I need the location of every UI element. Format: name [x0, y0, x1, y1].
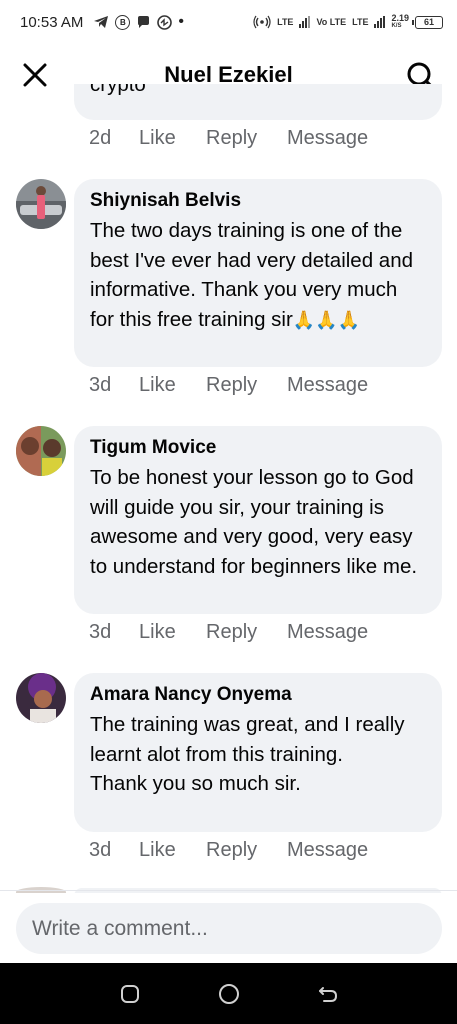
- lte-label-1: LTE: [277, 17, 294, 27]
- avatar-image: [16, 426, 66, 476]
- message-button[interactable]: Message: [287, 839, 368, 862]
- like-button[interactable]: Like: [139, 374, 206, 397]
- telegram-icon: [94, 16, 109, 28]
- message-button[interactable]: Message: [287, 621, 368, 644]
- message-button[interactable]: Message: [287, 374, 368, 397]
- reply-button[interactable]: Reply: [206, 621, 287, 644]
- message-button[interactable]: Message: [287, 127, 368, 150]
- home-icon[interactable]: [209, 974, 249, 1014]
- comment-actions: 3d Like Reply Message: [89, 374, 368, 397]
- speed-value: 2.19: [391, 13, 409, 23]
- status-time: 10:53 AM: [20, 13, 84, 31]
- comment-time[interactable]: 3d: [89, 839, 139, 862]
- reply-button[interactable]: Reply: [206, 127, 287, 150]
- comment-time[interactable]: 3d: [89, 621, 139, 644]
- comment-time[interactable]: 3d: [89, 374, 139, 397]
- comment-body: The two days training is one of the best…: [90, 219, 414, 331]
- volte-label: Vo LTE: [316, 17, 347, 27]
- avatar[interactable]: [16, 179, 66, 229]
- comment-composer: Write a comment...: [0, 893, 457, 963]
- comment-input-placeholder: Write a comment...: [32, 916, 208, 940]
- previous-comment-bubble: crypto: [74, 84, 442, 120]
- reply-button[interactable]: Reply: [206, 374, 287, 397]
- chat-icon: [138, 15, 150, 28]
- comment-actions: 3d Like Reply Message: [89, 839, 368, 862]
- back-icon[interactable]: [308, 974, 348, 1014]
- recent-apps-icon[interactable]: [110, 974, 150, 1014]
- status-bar: 10:53 AM B • LTE Vo LTE LTE 2.19 K/S 61: [0, 0, 457, 44]
- like-button[interactable]: Like: [139, 127, 206, 150]
- signal-icon-2: [374, 16, 386, 28]
- like-button[interactable]: Like: [139, 621, 206, 644]
- reply-button[interactable]: Reply: [206, 839, 287, 862]
- comment-text: To be honest your lesson go to God will …: [90, 466, 418, 578]
- speed-unit: K/S: [391, 23, 402, 29]
- comment-text: The two days training is one of the best…: [90, 216, 426, 335]
- comment-input[interactable]: Write a comment...: [16, 903, 442, 954]
- comment-author[interactable]: Shiynisah Belvis: [90, 189, 426, 213]
- app-notification-icon: B: [115, 14, 131, 30]
- avatar-image: [16, 179, 66, 229]
- comment-bubble: Amara Nancy Onyema The training was grea…: [74, 673, 442, 832]
- lte-text-2: LTE: [352, 17, 369, 27]
- notification-icons: B •: [93, 13, 184, 31]
- signal-icon: [299, 16, 311, 28]
- sync-icon: [157, 14, 173, 30]
- lte-label-2: LTE: [352, 17, 369, 27]
- network-speed: 2.19 K/S: [391, 14, 409, 30]
- battery-icon: 61: [412, 15, 443, 29]
- pray-emoji: 🙏🙏🙏: [292, 309, 361, 330]
- avatar-image: [16, 673, 66, 723]
- previous-comment-actions: 2d Like Reply Message: [89, 127, 368, 150]
- more-notifications-dot: •: [178, 13, 184, 30]
- lte-text-1: LTE: [277, 17, 294, 27]
- hotspot-icon: [253, 15, 271, 29]
- status-right: LTE Vo LTE LTE 2.19 K/S 61: [253, 14, 443, 30]
- comment-bubble: Tigum Movice To be honest your lesson go…: [74, 426, 442, 614]
- avatar[interactable]: [16, 673, 66, 723]
- battery-level: 61: [423, 17, 434, 27]
- comment-text: The training was great, and I really lea…: [90, 713, 405, 795]
- system-navigation-bar: [0, 963, 457, 1024]
- close-icon[interactable]: [20, 60, 50, 90]
- previous-comment-text: crypto: [90, 84, 146, 96]
- comment-actions: 3d Like Reply Message: [89, 621, 368, 644]
- comment-author[interactable]: Amara Nancy Onyema: [90, 683, 426, 707]
- comment-bubble: Shiynisah Belvis The two days training i…: [74, 179, 442, 367]
- like-button[interactable]: Like: [139, 839, 206, 862]
- comment-time[interactable]: 2d: [89, 127, 139, 150]
- avatar[interactable]: [16, 426, 66, 476]
- composer-divider: [0, 890, 457, 891]
- comment-author[interactable]: Tigum Movice: [90, 436, 426, 460]
